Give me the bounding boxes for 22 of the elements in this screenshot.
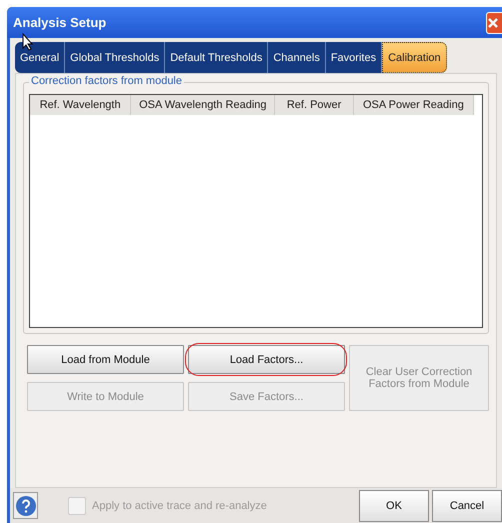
column-header[interactable]: OSA Wavelength Reading: [131, 95, 276, 115]
column-header[interactable]: OSA Power Reading: [354, 95, 474, 115]
close-icon: [487, 17, 499, 29]
action-button[interactable]: Load from Module: [27, 345, 184, 374]
close-button[interactable]: [486, 12, 502, 34]
column-header[interactable]: Ref. Wavelength: [30, 95, 132, 115]
tab[interactable]: Global Thresholds: [65, 42, 166, 73]
window-title: Analysis Setup: [12, 15, 106, 30]
help-button[interactable]: [13, 492, 38, 519]
tab[interactable]: Calibration: [382, 42, 447, 73]
tab[interactable]: Default Thresholds: [165, 42, 268, 73]
group-title: Correction factors from module: [29, 75, 184, 87]
column-header[interactable]: Ref. Power: [275, 95, 354, 115]
checkbox-label: Apply to active trace and re-analyze: [92, 500, 267, 512]
mouse-cursor-icon: [22, 33, 34, 51]
help-icon: [14, 494, 36, 516]
tab[interactable]: General: [15, 42, 66, 73]
dialog-button[interactable]: Cancel: [432, 490, 502, 522]
tab[interactable]: Channels: [268, 42, 326, 73]
action-button[interactable]: Load Factors...: [188, 345, 345, 374]
tab[interactable]: Favorites: [326, 42, 382, 73]
dialog-button[interactable]: OK: [359, 490, 429, 522]
